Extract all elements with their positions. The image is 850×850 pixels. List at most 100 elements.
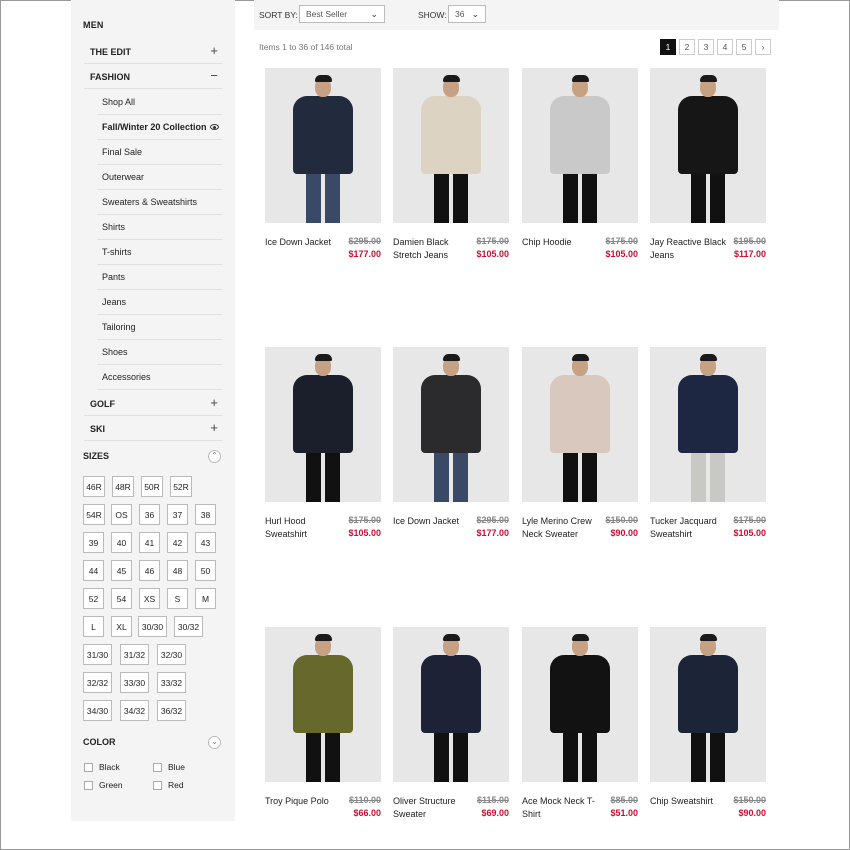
collapse-icon[interactable]: − [210,69,218,83]
product-name[interactable]: Oliver Structure Sweater [393,795,473,821]
size-chip[interactable]: 34/30 [83,700,112,721]
sidebar-item-tailoring[interactable]: Tailoring [97,315,222,340]
product-name[interactable]: Chip Hoodie [522,236,602,249]
sidebar-item-final-sale[interactable]: Final Sale [97,140,222,165]
sidebar-item-sweaters[interactable]: Sweaters & Sweatshirts [97,190,222,215]
product-name[interactable]: Lyle Merino Crew Neck Sweater [522,515,602,541]
product-card[interactable]: Tucker Jacquard Sweatshirt $175.00 $105.00 [650,347,766,539]
category-ski[interactable]: SKI + [84,417,222,441]
product-image[interactable] [522,347,638,502]
size-chip[interactable]: 31/32 [120,644,149,665]
size-chip[interactable]: 44 [83,560,104,581]
product-name[interactable]: Chip Sweatshirt [650,795,730,808]
color-option-black[interactable]: Black [84,762,120,772]
size-chip[interactable]: 36/32 [157,700,186,721]
expand-icon[interactable]: + [210,44,218,58]
size-chip[interactable]: 32/30 [157,644,186,665]
expand-icon[interactable]: + [210,396,218,410]
size-chip[interactable]: 38 [195,504,216,525]
product-card[interactable]: Hurl Hood Sweatshirt $175.00 $105.00 [265,347,381,539]
color-option-green[interactable]: Green [84,780,123,790]
size-chip[interactable]: 37 [167,504,188,525]
checkbox[interactable] [153,762,162,772]
size-chip[interactable]: 54R [83,504,105,525]
size-chip[interactable]: 52 [83,588,104,609]
category-golf[interactable]: GOLF + [84,392,222,416]
checkbox[interactable] [84,780,93,790]
chevron-down-icon[interactable]: ⌄ [208,736,221,749]
chevron-up-icon[interactable]: ⌃ [208,450,221,463]
checkbox[interactable] [153,780,162,790]
product-card[interactable]: Ice Down Jacket $295.00 $177.00 [393,347,509,538]
product-card[interactable]: Chip Sweatshirt $150.00 $90.00 [650,627,766,818]
product-image[interactable] [650,347,766,502]
size-chip[interactable]: 50R [141,476,163,497]
product-image[interactable] [265,627,381,782]
product-name[interactable]: Ice Down Jacket [265,236,345,249]
show-select[interactable]: 36 ⌄ [448,5,486,23]
size-chip[interactable]: 43 [195,532,216,553]
product-name[interactable]: Troy Pique Polo [265,795,345,808]
size-chip[interactable]: 52R [170,476,192,497]
size-chip[interactable]: 31/30 [83,644,112,665]
size-chip[interactable]: 46 [139,560,160,581]
size-chip[interactable]: S [167,588,188,609]
size-chip[interactable]: XS [139,588,160,609]
page-4[interactable]: 4 [717,39,733,55]
category-the-edit[interactable]: THE EDIT + [84,40,222,64]
color-option-blue[interactable]: Blue [153,762,185,772]
sidebar-item-outerwear[interactable]: Outerwear [97,165,222,190]
sidebar-item-shop-all[interactable]: Shop All [97,90,222,115]
expand-icon[interactable]: + [210,421,218,435]
size-chip[interactable]: 40 [111,532,132,553]
size-chip[interactable]: XL [111,616,132,637]
product-name[interactable]: Ice Down Jacket [393,515,473,528]
size-chip[interactable]: OS [111,504,132,525]
next-page-button[interactable]: › [755,39,771,55]
sidebar-item-shirts[interactable]: Shirts [97,215,222,240]
product-card[interactable]: Damien Black Stretch Jeans $175.00 $105.00 [393,68,509,260]
product-card[interactable]: Chip Hoodie $175.00 $105.00 [522,68,638,259]
product-name[interactable]: Tucker Jacquard Sweatshirt [650,515,730,541]
product-image[interactable] [393,347,509,502]
product-image[interactable] [265,68,381,223]
size-chip[interactable]: 33/30 [120,672,149,693]
size-chip[interactable]: 50 [195,560,216,581]
size-chip[interactable]: 54 [111,588,132,609]
product-name[interactable]: Jay Reactive Black Jeans [650,236,730,262]
size-chip[interactable]: 45 [111,560,132,581]
page-3[interactable]: 3 [698,39,714,55]
size-chip[interactable]: 34/32 [120,700,149,721]
size-chip[interactable]: L [83,616,104,637]
sidebar-item-jeans[interactable]: Jeans [97,290,222,315]
size-chip[interactable]: 30/30 [138,616,167,637]
product-card[interactable]: Troy Pique Polo $110.00 $66.00 [265,627,381,818]
size-chip[interactable]: 42 [167,532,188,553]
checkbox[interactable] [84,762,93,772]
page-1[interactable]: 1 [660,39,676,55]
product-card[interactable]: Ice Down Jacket $295.00 $177.00 [265,68,381,259]
color-option-red[interactable]: Red [153,780,184,790]
page-2[interactable]: 2 [679,39,695,55]
size-chip[interactable]: 32/32 [83,672,112,693]
product-image[interactable] [650,68,766,223]
size-chip[interactable]: 41 [139,532,160,553]
size-chip[interactable]: 33/32 [157,672,186,693]
size-chip[interactable]: 36 [139,504,160,525]
product-image[interactable] [650,627,766,782]
product-image[interactable] [393,627,509,782]
sidebar-item-pants[interactable]: Pants [97,265,222,290]
category-fashion[interactable]: FASHION − [84,65,222,89]
page-5[interactable]: 5 [736,39,752,55]
size-chip[interactable]: 46R [83,476,105,497]
product-card[interactable]: Jay Reactive Black Jeans $195.00 $117.00 [650,68,766,260]
product-image[interactable] [522,68,638,223]
product-image[interactable] [522,627,638,782]
sidebar-item-fall-winter-20[interactable]: Fall/Winter 20 Collection [97,115,222,140]
product-card[interactable]: Oliver Structure Sweater $115.00 $69.00 [393,627,509,819]
sort-select[interactable]: Best Seller ⌄ [299,5,385,23]
size-chip[interactable]: 48R [112,476,134,497]
size-chip[interactable]: 30/32 [174,616,203,637]
product-name[interactable]: Ace Mock Neck T-Shirt [522,795,602,821]
product-name[interactable]: Damien Black Stretch Jeans [393,236,473,262]
